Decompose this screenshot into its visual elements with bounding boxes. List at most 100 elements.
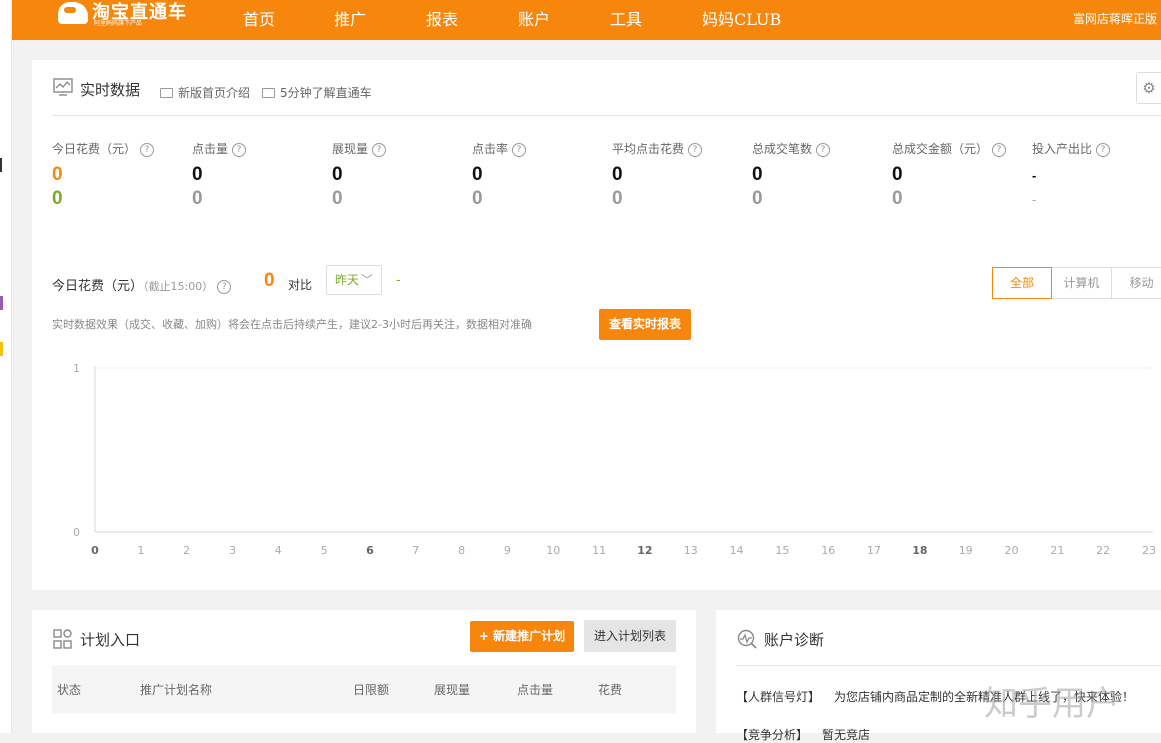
help-icon[interactable]: ? [816, 142, 831, 157]
compare-text: 对比 [288, 278, 313, 292]
diagnosis-tag: 【人群信号灯】 [736, 690, 821, 704]
nav-home[interactable]: 首页 [243, 6, 275, 30]
metric-label: 总成交金额（元）? [892, 140, 1032, 157]
y-tick-label: 1 [73, 362, 80, 375]
metric-label-text: 总成交笔数 [752, 142, 813, 156]
col-status: 状态 [57, 683, 82, 697]
help-icon[interactable]: ? [232, 142, 247, 157]
metric-label: 总成交笔数? [752, 140, 892, 157]
col-clicks: 点击量 [517, 683, 554, 697]
logo-subtitle: 阿里妈妈旗下产品 [94, 20, 143, 27]
metric-yesterday-value: 0 [192, 188, 203, 209]
segment-computer[interactable]: 计算机 [1052, 267, 1112, 299]
diagnosis-tag: 【竞争分析】 [736, 728, 809, 742]
divider [736, 665, 1161, 666]
metric-label-text: 平均点击花费 [612, 142, 685, 156]
metric-label: 展现量? [332, 140, 472, 157]
monitor-chart-icon [53, 78, 73, 96]
metric-column: 点击量? 0 0 [192, 140, 332, 209]
device-segment-control: 全部 计算机 移动 [992, 267, 1161, 299]
user-account-name[interactable]: 富网店蒋晖正版 [1073, 10, 1157, 27]
x-tick-label: 7 [412, 544, 419, 557]
nav-mama-club[interactable]: 妈妈CLUB [702, 6, 781, 30]
metric-today-value: 0 [472, 164, 483, 185]
metric-column: 总成交笔数? 0 0 [752, 140, 892, 209]
segment-all[interactable]: 全部 [992, 267, 1052, 299]
metric-label: 点击率? [472, 140, 612, 157]
x-tick-label: 19 [959, 544, 973, 557]
metric-label-text: 展现量 [332, 142, 369, 156]
compare-label: 今日花费（元）（截止15:00）? [52, 275, 232, 294]
compare-value: 0 [264, 270, 275, 291]
metric-today-value: - [1032, 168, 1037, 183]
enter-plan-list-button[interactable]: 进入计划列表 [584, 620, 676, 652]
video-icon [262, 87, 275, 98]
divider [52, 115, 1161, 116]
x-tick-label: 2 [183, 544, 190, 557]
top-navigation-bar: 淘宝直通车 阿里妈妈旗下产品 首页 推广 报表 账户 工具 妈妈CLUB 富网店… [12, 0, 1161, 40]
chevron-down-icon: ﹀ [361, 273, 374, 287]
x-tick-label: 0 [91, 544, 99, 557]
diagnosis-row[interactable]: 【竞争分析】 暂无竞店 [736, 726, 870, 743]
nav-reports[interactable]: 报表 [426, 6, 458, 30]
nav-tools[interactable]: 工具 [610, 6, 642, 30]
sidebar-marker [0, 158, 2, 172]
x-tick-label: 4 [275, 544, 282, 557]
metric-yesterday-value: 0 [52, 188, 63, 209]
realtime-data-card: 实时数据 新版首页介绍 5分钟了解直通车 ⚙ 今日花费（元）? 0 0 点击量? 0 0 展… [32, 60, 1161, 590]
metric-column: 今日花费（元）? 0 0 [52, 140, 192, 209]
x-tick-label: 15 [775, 544, 789, 557]
settings-gear-button[interactable]: ⚙ [1136, 72, 1161, 104]
x-tick-label: 8 [458, 544, 465, 557]
col-spend: 花费 [598, 683, 623, 697]
metric-label-text: 投入产出比 [1032, 142, 1093, 156]
diagnosis-text: 暂无竞店 [822, 728, 871, 742]
diagnosis-pulse-icon [737, 629, 757, 649]
help-icon[interactable]: ? [992, 142, 1007, 157]
y-tick-label: 0 [73, 526, 80, 539]
new-campaign-button[interactable]: + 新建推广计划 [470, 621, 574, 652]
help-icon[interactable]: ? [688, 142, 703, 157]
help-icon[interactable]: ? [217, 279, 232, 294]
x-tick-label: 5 [321, 544, 328, 557]
learn-ztc-link[interactable]: 5分钟了解直通车 [262, 84, 372, 101]
metric-column: 点击率? 0 0 [472, 140, 612, 209]
metric-today-value: 0 [752, 164, 763, 185]
view-realtime-report-button[interactable]: 查看实时报表 [599, 309, 691, 340]
metric-column: 展现量? 0 0 [332, 140, 472, 209]
metric-label-text: 点击率 [472, 142, 509, 156]
metric-today-value: 0 [52, 164, 63, 185]
x-tick-label: 10 [546, 544, 560, 557]
x-tick-label: 1 [137, 544, 144, 557]
x-tick-label: 18 [912, 544, 927, 557]
plan-entry-title: 计划入口 [80, 631, 141, 649]
segment-mobile[interactable]: 移动 [1112, 267, 1161, 299]
col-daily-limit: 日限额 [353, 683, 390, 697]
x-tick-label: 3 [229, 544, 236, 557]
nav-account[interactable]: 账户 [518, 6, 550, 30]
metric-column: 平均点击花费? 0 0 [612, 140, 752, 209]
metric-today-value: 0 [332, 164, 343, 185]
compare-diff: - [396, 273, 401, 288]
metric-label: 平均点击花费? [612, 140, 752, 157]
help-icon[interactable]: ? [140, 142, 155, 157]
x-tick-label: 21 [1050, 544, 1064, 557]
video-icon [160, 87, 173, 98]
nav-promotion[interactable]: 推广 [334, 6, 366, 30]
car-logo-icon [58, 2, 88, 24]
metric-yesterday-value: 0 [612, 188, 623, 209]
metric-column: 总成交金额（元）? 0 0 [892, 140, 1032, 209]
x-tick-label: 9 [504, 544, 511, 557]
metric-yesterday-value: 0 [332, 188, 343, 209]
spend-line-chart: 100 1 2 3 4 5 6 7 8 9 10 11 12 13 14 15 16 17 18 19 20 21 22 23 [73, 362, 1156, 557]
sidebar-marker [0, 296, 3, 310]
compare-period-select[interactable]: 昨天 ﹀ [326, 265, 382, 295]
help-icon[interactable]: ? [512, 142, 527, 157]
help-icon[interactable]: ? [372, 142, 387, 157]
metric-column: 投入产出比? - - [1032, 140, 1161, 207]
cutoff-note: （截止15:00） [143, 280, 214, 293]
help-icon[interactable]: ? [1096, 142, 1111, 157]
metric-label-text: 点击量 [192, 142, 229, 156]
new-homepage-intro-link[interactable]: 新版首页介绍 [160, 84, 250, 101]
col-plan-name: 推广计划名称 [140, 683, 213, 697]
